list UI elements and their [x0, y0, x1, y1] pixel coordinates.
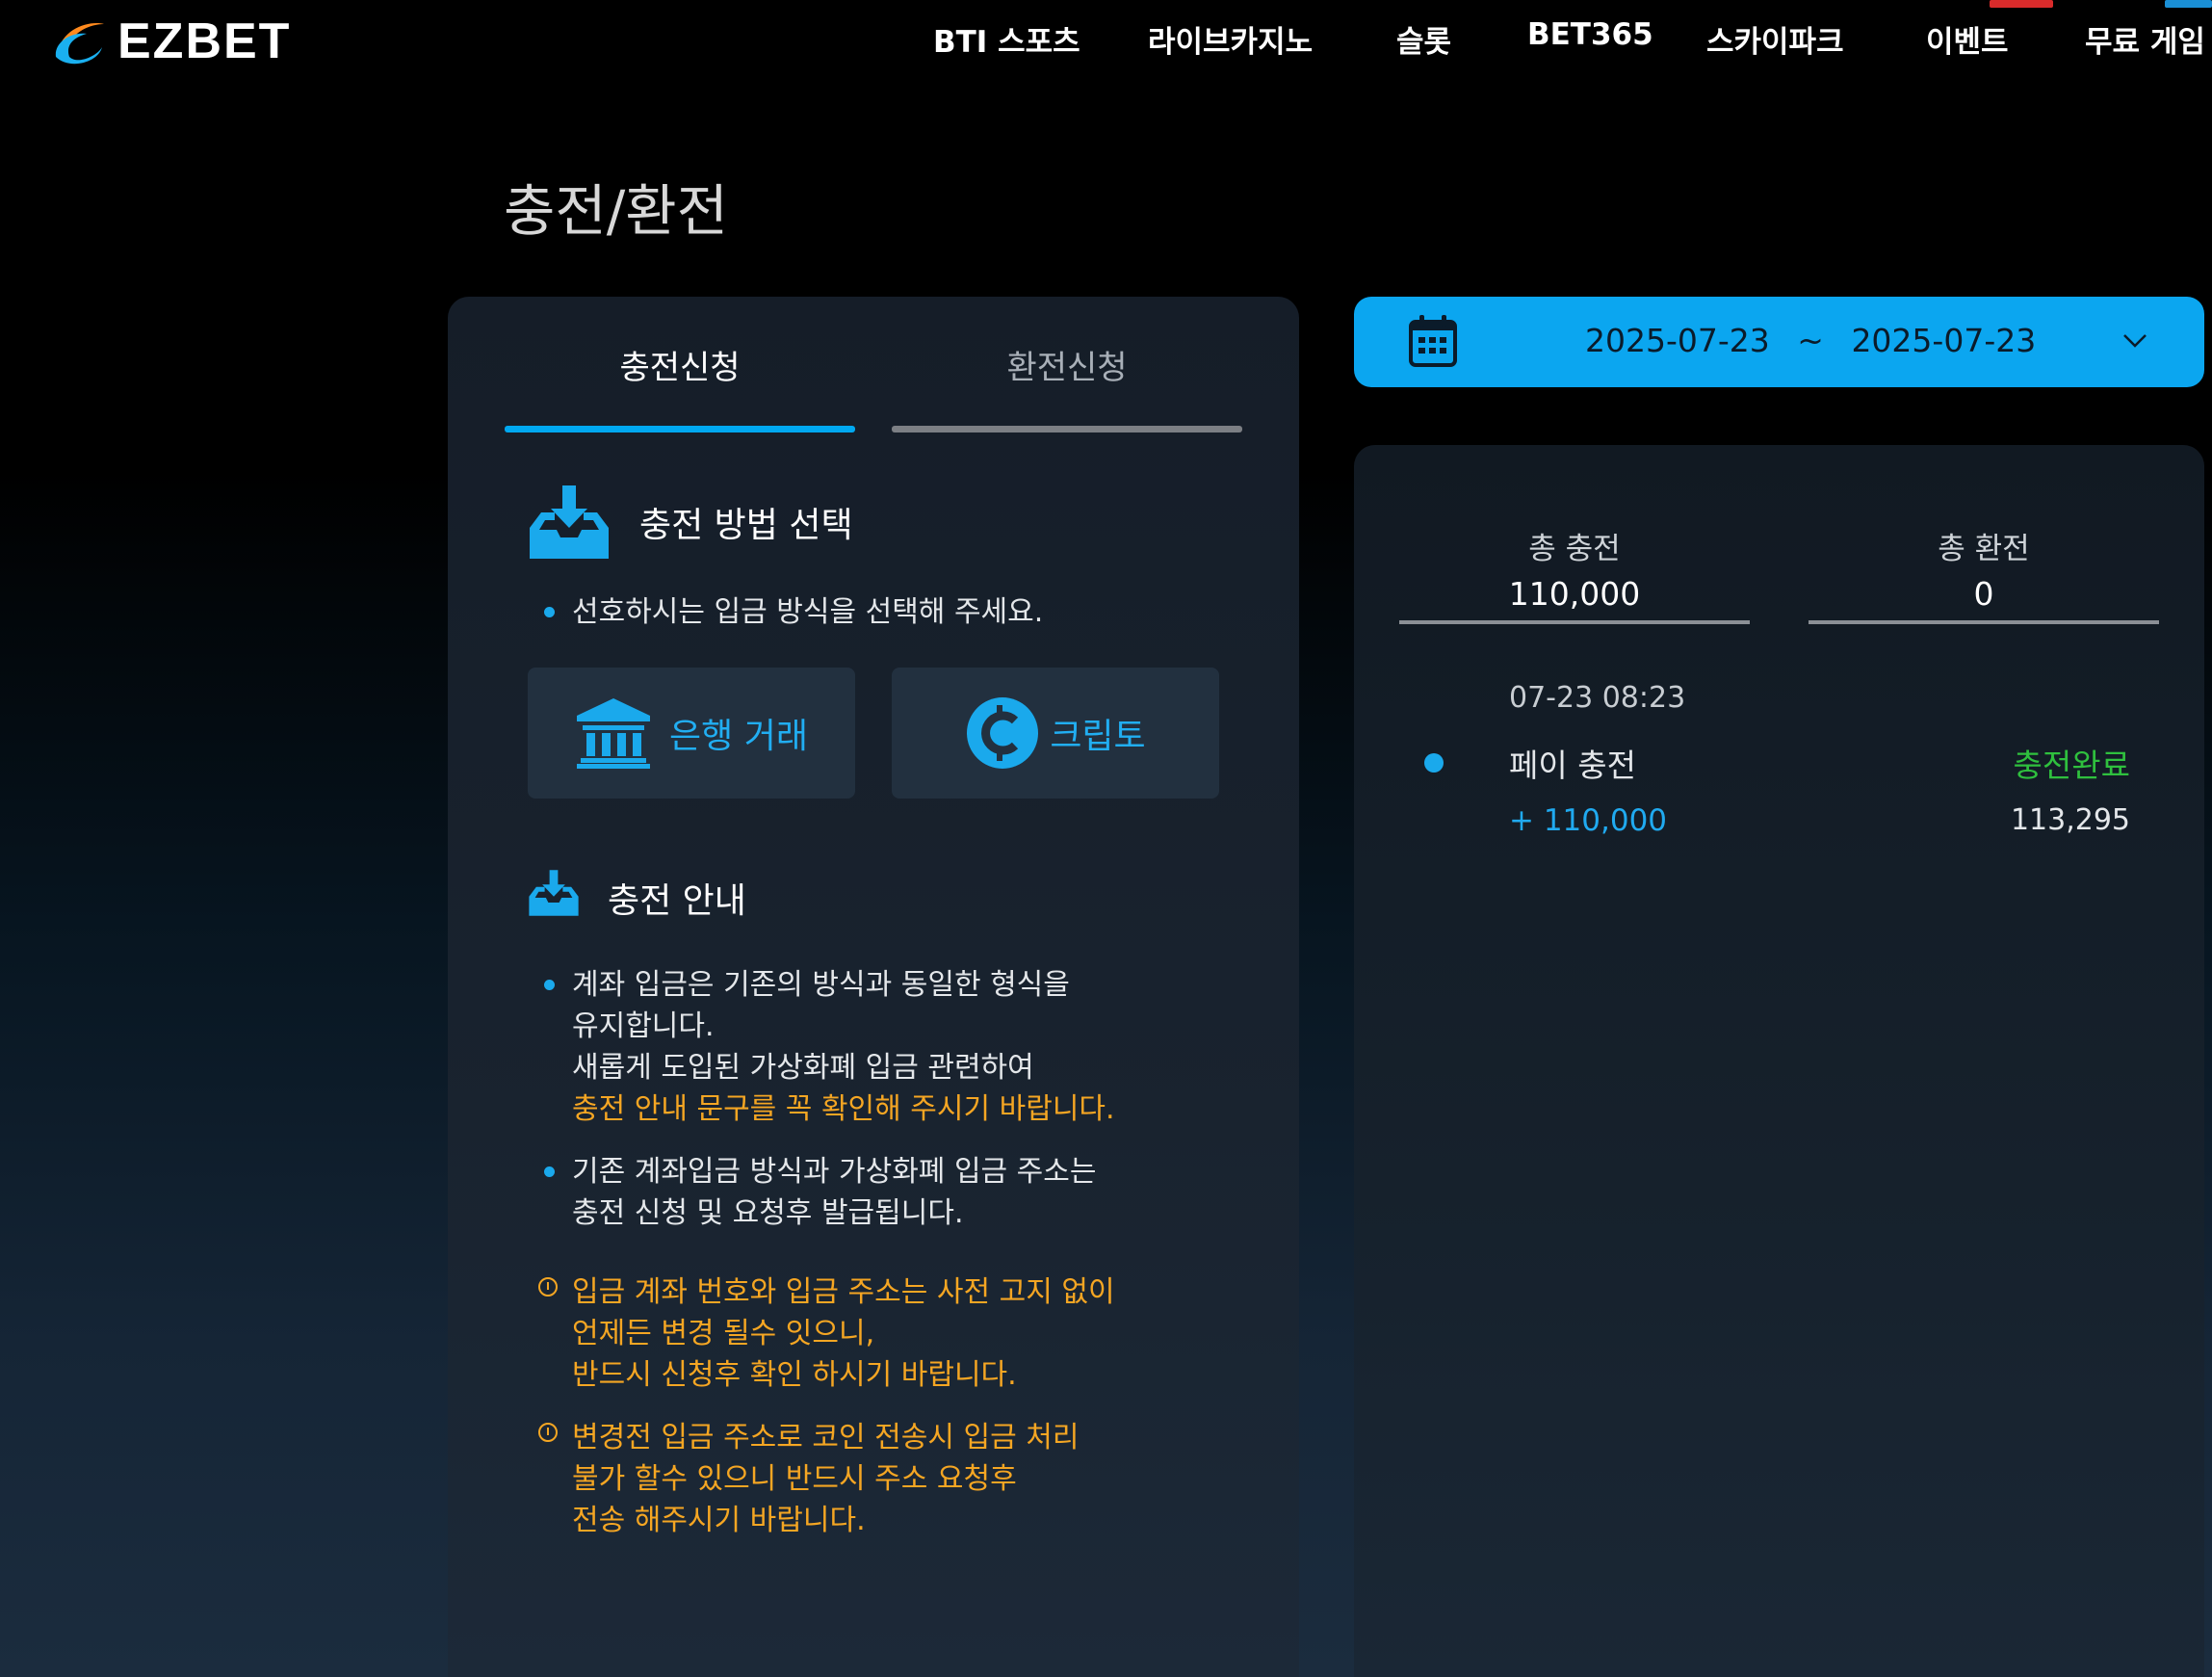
date-end: 2025-07-23 — [1851, 322, 2037, 359]
guide-item-2: 기존 계좌입금 방식과 가상화폐 입금 주소는 충전 신청 및 요청후 발급됩니… — [544, 1151, 1096, 1234]
bank-transfer-button[interactable]: 은행 거래 — [528, 668, 855, 799]
ezbet-logo-icon — [55, 23, 104, 65]
warning-icon — [538, 1277, 558, 1297]
history-status-dot — [1424, 753, 1444, 773]
total-withdraw-value: 0 — [1973, 575, 1994, 613]
history-status: 충전완료 — [2013, 747, 2130, 784]
calendar-icon — [1409, 315, 1457, 367]
history-amount: + 110,000 — [1509, 803, 1668, 838]
method-section-title: 충전 방법 선택 — [639, 506, 853, 545]
bullet-dot — [544, 607, 555, 617]
total-deposit-summary: 총 충전 110,000 — [1399, 524, 1750, 613]
bank-transfer-label: 은행 거래 — [669, 717, 808, 756]
date-range-text: 2025-07-23 ~ 2025-07-23 — [1585, 322, 2036, 359]
nav-skypark[interactable]: 스카이파크 — [1706, 17, 1844, 62]
guide-warning-2: 변경전 입금 주소로 코인 전송시 입금 처리 불가 할수 있으니 반드시 주소… — [538, 1417, 1080, 1541]
bullet-dot — [544, 1166, 555, 1177]
history-panel: 총 충전 110,000 총 환전 0 07-23 08:23 페이 충전 충전… — [1354, 445, 2204, 1677]
total-deposit-value: 110,000 — [1508, 575, 1641, 613]
total-deposit-label: 총 충전 — [1528, 532, 1621, 566]
free-game-badge — [2165, 0, 2212, 8]
bullet-dot — [544, 980, 555, 990]
tab-withdraw-indicator — [892, 426, 1242, 432]
deposit-panel: 충전신청 환전신청 충전 방법 선택 선호하시는 입금 방식을 선택해 주세요.… — [448, 297, 1299, 1677]
tab-deposit[interactable]: 충전신청 — [505, 341, 855, 388]
tab-withdraw[interactable]: 환전신청 — [892, 341, 1242, 388]
date-range-picker[interactable]: 2025-07-23 ~ 2025-07-23 — [1354, 297, 2204, 387]
date-start: 2025-07-23 — [1585, 322, 1770, 359]
history-name: 페이 충전 — [1509, 747, 1636, 784]
event-new-badge — [1990, 0, 2053, 8]
chevron-down-icon — [2123, 334, 2147, 348]
guide-item-1-line-1: 계좌 입금은 기존의 방식과 동일한 형식을 — [572, 968, 1070, 1002]
logo-text: EZBET — [117, 13, 292, 69]
inbox-download-icon — [529, 870, 579, 916]
guide-item-2-line-1: 기존 계좌입금 방식과 가상화폐 입금 주소는 — [572, 1155, 1097, 1189]
date-separator: ~ — [1797, 322, 1824, 359]
guide-warning-2-line-2: 불가 할수 있으니 반드시 주소 요청후 — [572, 1462, 1017, 1496]
crypto-coin-icon — [967, 697, 1039, 769]
nav-event[interactable]: 이벤트 — [1926, 17, 2009, 62]
guide-warning-2-line-1: 변경전 입금 주소로 코인 전송시 입금 처리 — [572, 1421, 1080, 1454]
guide-warning-1: 입금 계좌 번호와 입금 주소는 사전 고지 없이 언제든 변경 될수 잇으니,… — [538, 1271, 1115, 1396]
guide-item-1-highlight: 충전 안내 문구를 꼭 확인해 주시기 바랍니다. — [572, 1092, 1115, 1126]
guide-item-1: 계좌 입금은 기존의 방식과 동일한 형식을 유지합니다. 새롭게 도입된 가상… — [544, 964, 1115, 1130]
inbox-download-icon — [530, 485, 609, 559]
guide-warning-1-line-1: 입금 계좌 번호와 입금 주소는 사전 고지 없이 — [572, 1275, 1115, 1309]
nav-free-game[interactable]: 무료 게임 — [2085, 17, 2205, 62]
tab-deposit-indicator — [505, 426, 855, 432]
guide-warning-2-line-3: 전송 해주시기 바랍니다. — [572, 1504, 866, 1537]
page-title: 충전/환전 — [504, 178, 728, 244]
guide-item-2-line-2: 충전 신청 및 요청후 발급됩니다. — [572, 1196, 964, 1230]
history-balance: 113,295 — [2010, 803, 2130, 837]
guide-warning-1-line-2: 언제든 변경 될수 잇으니, — [572, 1317, 875, 1350]
crypto-label: 크립토 — [1050, 717, 1146, 756]
history-datetime: 07-23 08:23 — [1509, 681, 1686, 715]
guide-item-1-line-3: 새롭게 도입된 가상화폐 입금 관련하여 — [572, 1051, 1034, 1085]
total-withdraw-label: 총 환전 — [1938, 532, 2030, 566]
nav-bet365[interactable]: BET365 — [1527, 17, 1653, 62]
method-hint-text: 선호하시는 입금 방식을 선택해 주세요. — [572, 595, 1044, 629]
guide-section-title: 충전 안내 — [608, 881, 746, 921]
guide-warning-1-line-3: 반드시 신청후 확인 하시기 바랍니다. — [572, 1358, 1017, 1392]
ezbet-logo[interactable]: EZBET — [48, 10, 291, 73]
total-withdraw-summary: 총 환전 0 — [1809, 524, 2159, 613]
bank-icon — [577, 698, 651, 769]
crypto-button[interactable]: 크립토 — [892, 668, 1219, 799]
nav-slot[interactable]: 슬롯 — [1396, 17, 1451, 62]
nav-live-casino[interactable]: 라이브카지노 — [1148, 17, 1313, 62]
summary-divider — [1399, 620, 1750, 624]
guide-item-1-line-2: 유지합니다. — [572, 1009, 715, 1043]
method-hint: 선호하시는 입금 방식을 선택해 주세요. — [544, 591, 1043, 633]
summary-divider — [1809, 620, 2159, 624]
nav-bti-sports[interactable]: BTI 스포츠 — [933, 17, 1080, 62]
warning-icon — [538, 1423, 558, 1442]
